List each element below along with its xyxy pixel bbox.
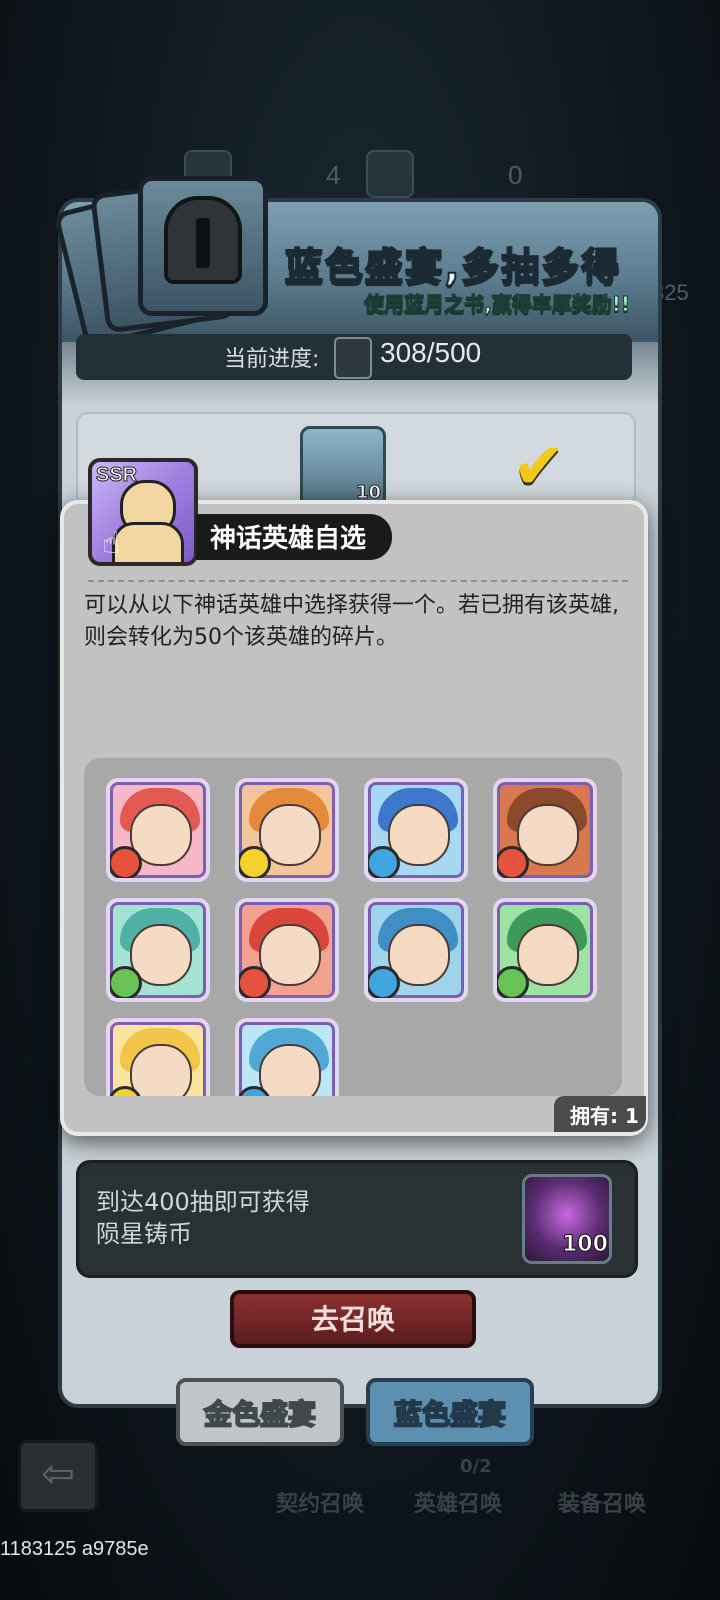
owned-count: 拥有: 1 — [570, 1104, 639, 1128]
hero-card[interactable] — [106, 1018, 210, 1096]
hero-card[interactable] — [106, 898, 210, 1002]
popup-divider — [88, 580, 628, 582]
hero-portrait — [130, 1044, 192, 1096]
progress-value: 308/500 — [380, 337, 482, 368]
top-counter-2: 0 — [508, 160, 523, 190]
wind-element-icon — [110, 966, 142, 998]
ssr-badge: SSR — [95, 464, 138, 487]
hero-card[interactable] — [235, 1018, 339, 1096]
check-icon: ✔ — [512, 430, 566, 504]
event-subtitle: 使用蓝月之书,赢得丰厚奖励!! — [364, 292, 631, 317]
hero-card[interactable] — [235, 778, 339, 882]
hero-card[interactable] — [364, 898, 468, 1002]
hero-grid — [84, 758, 622, 1096]
water-element-icon — [368, 966, 400, 998]
event-title: 蓝色盛宴,多抽多得 — [284, 244, 622, 290]
popup-description: 可以从以下神话英雄中选择获得一个。若已拥有该英雄,则会转化为50个该英雄的碎片。 — [84, 593, 619, 650]
hero-card[interactable] — [364, 778, 468, 882]
ssr-hero-select-icon: SSR ☝ — [88, 458, 198, 566]
hero-portrait — [259, 1044, 321, 1096]
fire-element-icon — [110, 846, 142, 878]
tab-gold-feast[interactable]: 金色盛宴 — [176, 1378, 344, 1446]
reward-count: 100 — [562, 1232, 609, 1258]
top-counter-1: 4 — [326, 160, 341, 190]
hero-card[interactable] — [235, 898, 339, 1002]
next-reward-text: 到达400抽即可获得 陨星铸币 — [96, 1188, 310, 1248]
fire-element-icon — [239, 966, 271, 998]
blue-moon-book-icon — [52, 176, 268, 350]
nav-contract-summon[interactable]: 契约召唤 — [276, 1486, 364, 1518]
nav-hero-summon[interactable]: 英雄召唤 — [414, 1486, 502, 1518]
hero-card[interactable] — [493, 778, 597, 882]
light-element-icon — [239, 846, 271, 878]
wind-element-icon — [497, 966, 529, 998]
hero-card[interactable] — [493, 898, 597, 1002]
fire-element-icon — [497, 846, 529, 878]
go-summon-button[interactable]: 去召唤 — [230, 1290, 476, 1348]
popup-title: 神话英雄自选 — [210, 524, 367, 554]
tab-blue-feast[interactable]: 蓝色盛宴 — [366, 1378, 534, 1446]
nav-hero-progress: 0/2 — [460, 1456, 492, 1477]
top-resource-icon-2 — [366, 150, 414, 198]
tap-hand-icon: ☝ — [102, 526, 121, 561]
water-element-icon — [368, 846, 400, 878]
hero-card[interactable] — [106, 778, 210, 882]
book-token-icon — [334, 337, 372, 379]
nav-equip-summon[interactable]: 装备召唤 — [558, 1486, 646, 1518]
back-button[interactable]: ⇦ — [18, 1440, 98, 1512]
build-id: 1183125 a9785e — [0, 1538, 149, 1560]
progress-label: 当前进度: — [224, 347, 320, 372]
